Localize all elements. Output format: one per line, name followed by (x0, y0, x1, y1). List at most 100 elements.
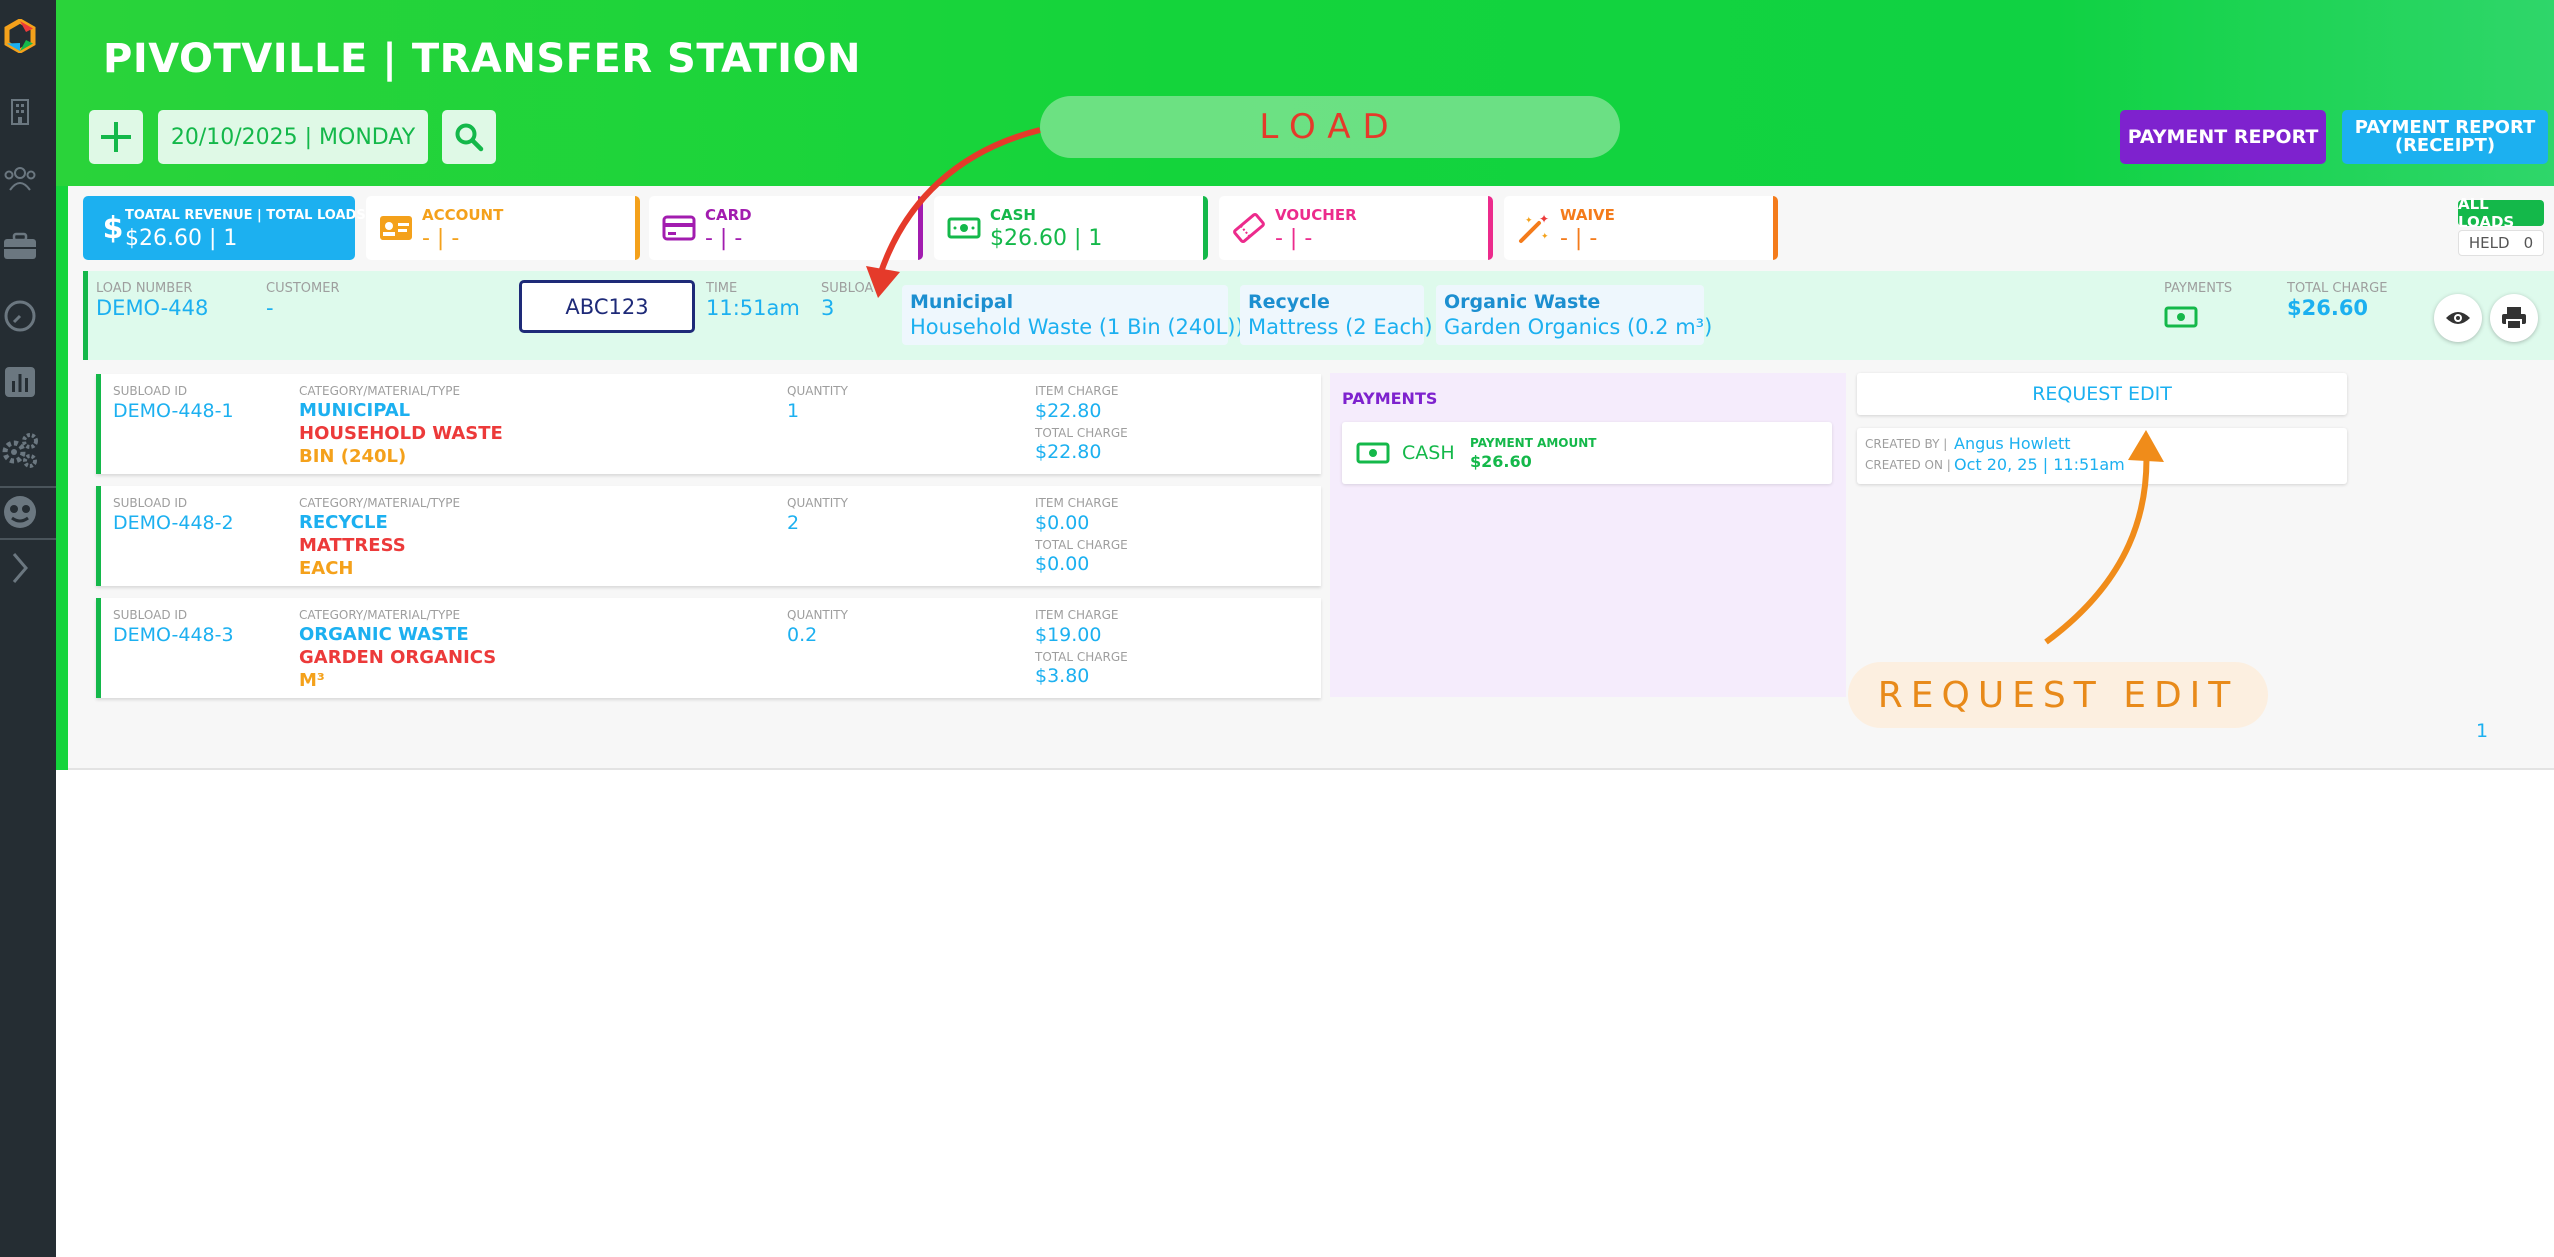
waive-label: WAIVE (1560, 206, 1615, 224)
gauge-icon[interactable] (0, 296, 40, 336)
payment-amount: $26.60 (1470, 452, 1532, 471)
created-by: Angus Howlett (1954, 434, 2071, 453)
view-button[interactable] (2434, 294, 2482, 342)
created-by-label: CREATED BY | (1865, 437, 1948, 451)
voucher-label: VOUCHER (1275, 206, 1357, 224)
quantity: 2 (787, 512, 800, 534)
briefcase-icon[interactable] (0, 226, 40, 266)
chevron-right-icon[interactable] (0, 548, 40, 588)
cash-icon (946, 212, 982, 244)
page-number[interactable]: 1 (2476, 720, 2488, 742)
id-card-icon (378, 212, 414, 244)
load-tag-recycle: Recycle Mattress (2 Each) (1240, 285, 1433, 345)
tag-description: Mattress (2 Each) (1248, 315, 1433, 339)
cash-card[interactable]: CASH $26.60 | 1 (934, 196, 1208, 260)
total-charge-label: TOTAL CHARGE (2287, 281, 2388, 296)
request-edit-button[interactable]: REQUEST EDIT (1857, 373, 2347, 415)
material: MATTRESS (299, 535, 406, 556)
load-number-value: DEMO-448 (96, 296, 209, 320)
date-selector[interactable]: 20/10/2025 | MONDAY (158, 110, 428, 164)
search-button[interactable] (442, 110, 496, 164)
receipt-button-line2: (RECEIPT) (2394, 135, 2496, 156)
tag-title: Recycle (1248, 291, 1330, 313)
time-label: TIME (706, 281, 738, 296)
subload-id-label: SUBLOAD ID (113, 384, 188, 398)
ticket-icon (1231, 212, 1267, 244)
held-filter[interactable]: HELD 0 (2458, 230, 2544, 256)
quantity: 1 (787, 400, 800, 422)
app-logo-icon[interactable] (0, 16, 40, 56)
add-load-button[interactable] (89, 110, 143, 164)
waive-card[interactable]: ✦ ✦ ✦ WAIVE - | - (1504, 196, 1778, 260)
payment-entry[interactable]: CASH PAYMENT AMOUNT $26.60 (1342, 422, 1832, 484)
card-payments-card[interactable]: CARD - | - (649, 196, 923, 260)
load-callout: LOAD (1040, 96, 1620, 158)
subload-id: DEMO-448-2 (113, 512, 234, 534)
total-charge-label: TOTAL CHARGE (1035, 426, 1128, 440)
eye-icon (2446, 312, 2470, 324)
content-accent-strip (56, 186, 68, 770)
all-loads-filter[interactable]: ALL LOADS (2458, 195, 2544, 231)
gears-icon[interactable] (0, 430, 40, 470)
print-button[interactable] (2490, 294, 2538, 342)
tag-title: Municipal (910, 291, 1014, 313)
subload-id-label: SUBLOAD ID (113, 496, 188, 510)
svg-text:✦: ✦ (1539, 212, 1549, 226)
bar-chart-icon[interactable] (0, 362, 40, 402)
subloads-label: SUBLOA (821, 281, 874, 296)
users-icon[interactable] (0, 158, 40, 198)
subload-card[interactable]: SUBLOAD ID DEMO-448-2 CATEGORY/MATERIAL/… (96, 486, 1321, 586)
category-label: CATEGORY/MATERIAL/TYPE (299, 384, 461, 398)
total-charge-value: $26.60 (2287, 296, 2369, 320)
load-number-label: LOAD NUMBER (96, 281, 193, 296)
building-icon[interactable] (0, 92, 40, 132)
item-charge: $19.00 (1035, 624, 1102, 646)
category: ORGANIC WASTE (299, 624, 469, 645)
item-charge-label: ITEM CHARGE (1035, 608, 1119, 622)
quantity-label: QUANTITY (787, 608, 848, 622)
total-revenue-value: $26.60 | 1 (125, 226, 238, 251)
total-charge-label: TOTAL CHARGE (1035, 650, 1128, 664)
held-label: HELD (2468, 234, 2510, 252)
voucher-card[interactable]: VOUCHER - | - (1219, 196, 1493, 260)
card-label: CARD (705, 206, 752, 224)
load-tag-organic-waste: Organic Waste Garden Organics (0.2 m³) (1436, 285, 1713, 345)
total-charge: $3.80 (1035, 665, 1090, 687)
total-charge: $0.00 (1035, 553, 1090, 575)
type: EACH (299, 558, 354, 579)
sidebar-divider (0, 538, 56, 540)
category-label: CATEGORY/MATERIAL/TYPE (299, 608, 461, 622)
total-revenue-card[interactable]: $ TOATAL REVENUE | TOTAL LOADS $26.60 | … (83, 196, 366, 260)
tag-title: Organic Waste (1444, 291, 1601, 313)
payment-amount-label: PAYMENT AMOUNT (1470, 436, 1597, 450)
printer-icon (2502, 307, 2526, 330)
material: GARDEN ORGANICS (299, 647, 497, 668)
type: M³ (299, 670, 325, 691)
subload-card[interactable]: SUBLOAD ID DEMO-448-3 CATEGORY/MATERIAL/… (96, 598, 1321, 698)
created-on: Oct 20, 25 | 11:51am (1954, 455, 2125, 474)
payments-heading: PAYMENTS (1342, 389, 1438, 408)
face-icon[interactable] (0, 492, 40, 532)
payment-method: CASH (1402, 442, 1455, 464)
svg-text:✦: ✦ (1525, 216, 1533, 226)
subload-id-label: SUBLOAD ID (113, 608, 188, 622)
account-label: ACCOUNT (422, 206, 504, 224)
payment-report-receipt-button[interactable]: PAYMENT REPORT (RECEIPT) (2342, 110, 2548, 164)
tag-description: Garden Organics (0.2 m³) (1444, 315, 1713, 339)
payment-report-button[interactable]: PAYMENT REPORT (2120, 110, 2326, 164)
cash-icon (1356, 442, 1390, 468)
account-card[interactable]: ACCOUNT - | - (366, 196, 640, 260)
time-value: 11:51am (706, 296, 800, 320)
type: BIN (240L) (299, 446, 407, 467)
tag-description: Household Waste (1 Bin (240L)) (910, 315, 1244, 339)
subload-id: DEMO-448-3 (113, 624, 234, 646)
subload-card[interactable]: SUBLOAD ID DEMO-448-1 CATEGORY/MATERIAL/… (96, 374, 1321, 474)
total-charge: $22.80 (1035, 441, 1102, 463)
category-label: CATEGORY/MATERIAL/TYPE (299, 496, 461, 510)
request-edit-callout: REQUEST EDIT (1848, 662, 2268, 728)
created-info: CREATED BY | Angus Howlett CREATED ON | … (1857, 428, 2347, 484)
material: HOUSEHOLD WASTE (299, 423, 503, 444)
magic-wand-icon: ✦ ✦ ✦ (1516, 212, 1552, 244)
waive-value: - | - (1560, 226, 1598, 251)
account-value: - | - (422, 226, 460, 251)
